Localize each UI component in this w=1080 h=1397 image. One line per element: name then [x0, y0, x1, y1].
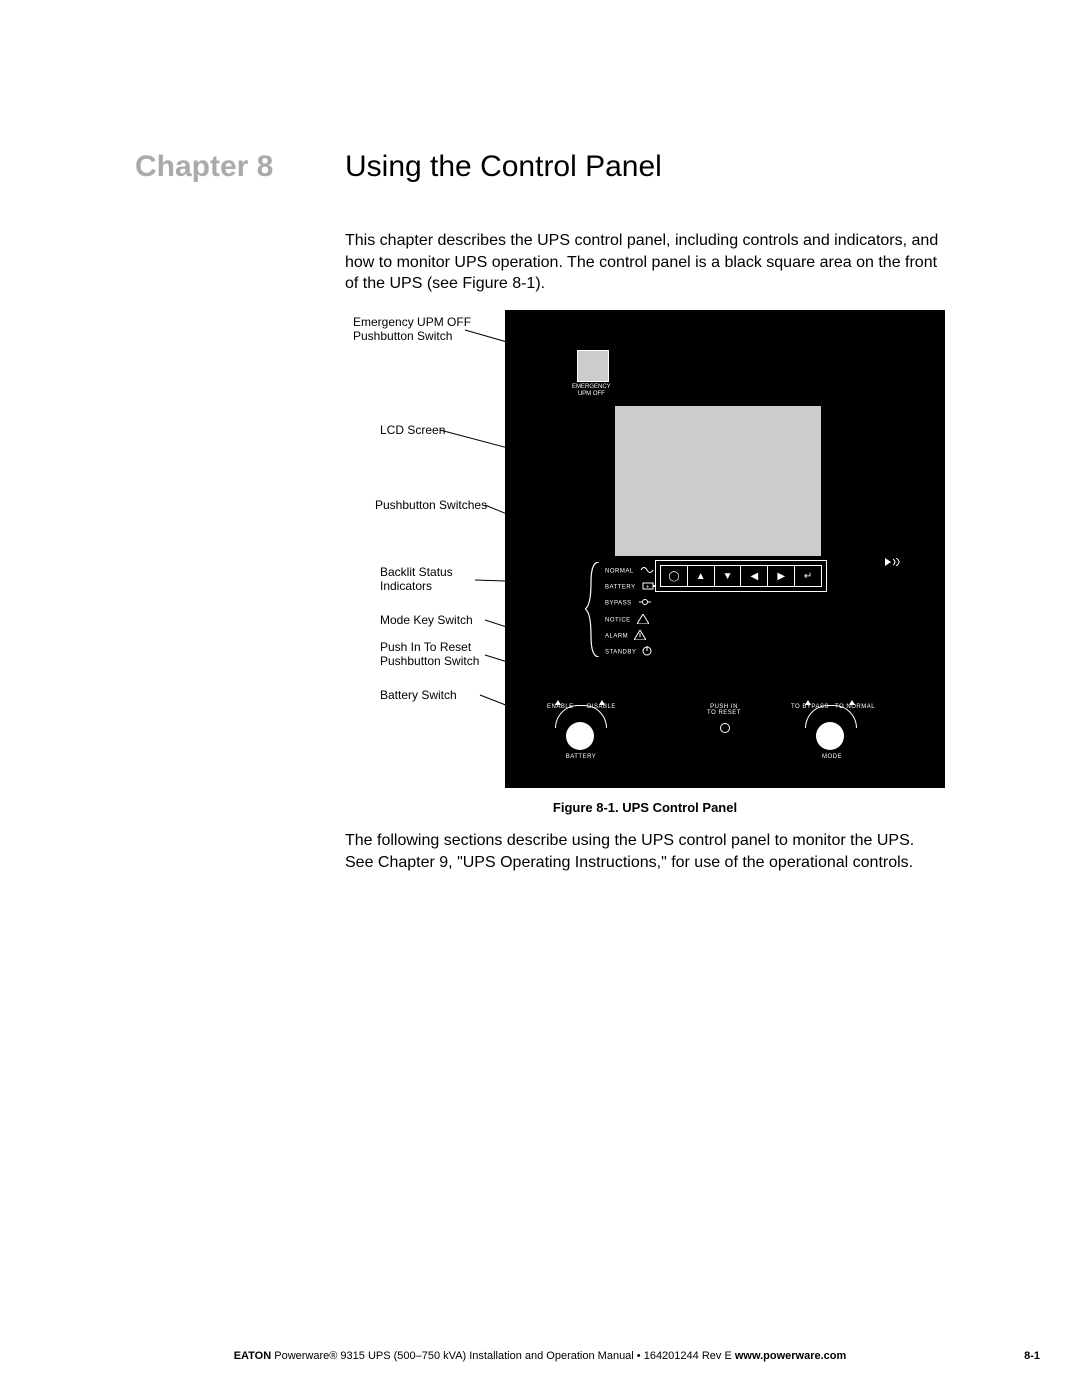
footer-brand: EATON	[234, 1350, 272, 1362]
pushbutton-left[interactable]: ◀	[741, 566, 768, 586]
brace-icon	[585, 562, 603, 657]
page-footer: EATON Powerware® 9315 UPS (500–750 kVA) …	[0, 1350, 1080, 1362]
mode-bypass-label: TO BYPASS	[791, 704, 829, 710]
mode-normal-label: TO NORMAL	[835, 704, 875, 710]
status-alarm: ALARM	[605, 630, 646, 642]
emergency-upm-off-button[interactable]	[577, 350, 609, 382]
pushbutton-right[interactable]: ▶	[768, 566, 795, 586]
sine-icon	[640, 566, 654, 576]
pushbutton-1[interactable]: ◯	[661, 566, 688, 586]
callout-status: Backlit StatusIndicators	[380, 565, 453, 593]
callout-battery: Battery Switch	[380, 688, 457, 702]
chapter-label: Chapter 8	[135, 150, 273, 184]
notice-icon	[637, 614, 649, 626]
reset-label: PUSH INTO RESET	[699, 704, 749, 716]
speaker-icon	[871, 553, 911, 561]
pushbutton-up[interactable]: ▲	[688, 566, 715, 586]
bypass-icon	[638, 598, 652, 608]
status-normal: NORMAL	[605, 566, 654, 576]
pushbutton-down[interactable]: ▼	[715, 566, 742, 586]
pushbutton-enter[interactable]: ↵	[795, 566, 821, 586]
page-number: 8-1	[1024, 1350, 1040, 1362]
callout-lcd: LCD Screen	[380, 423, 445, 437]
battery-disable-label: DISABLE	[587, 704, 616, 710]
footer-text: Powerware® 9315 UPS (500–750 kVA) Instal…	[271, 1350, 735, 1362]
chapter-title: Using the Control Panel	[345, 150, 662, 184]
mode-switch-label: MODE	[819, 754, 845, 760]
callout-emergency: Emergency UPM OFFPushbutton Switch	[353, 315, 471, 343]
pushbutton-switch-bar: ◯ ▲ ▼ ◀ ▶ ↵	[655, 560, 827, 592]
battery-enable-label: ENABLE	[547, 704, 574, 710]
alarm-icon	[634, 630, 646, 642]
body-paragraph-2: The following sections describe using th…	[345, 830, 945, 873]
status-battery: BATTERY+	[605, 582, 656, 592]
status-bypass: BYPASS	[605, 598, 652, 608]
footer-url: www.powerware.com	[735, 1350, 846, 1362]
figure-caption: Figure 8-1. UPS Control Panel	[345, 800, 945, 815]
ups-control-panel: EMERGENCYUPM OFF ◯ ▲ ▼ ◀ ▶ ↵ NORMAL	[505, 310, 945, 788]
svg-text:+: +	[646, 585, 650, 591]
mode-key-switch[interactable]	[816, 722, 844, 750]
battery-switch-label: BATTERY	[563, 754, 599, 760]
status-standby: STANDBY	[605, 646, 652, 658]
battery-icon: +	[642, 582, 656, 592]
intro-paragraph: This chapter describes the UPS control p…	[345, 230, 945, 295]
callout-pushbuttons: Pushbutton Switches	[375, 498, 487, 512]
battery-switch[interactable]	[566, 722, 594, 750]
push-in-to-reset-button[interactable]	[720, 723, 730, 733]
emergency-upm-off-label: EMERGENCYUPM OFF	[572, 384, 611, 398]
callout-reset: Push In To ResetPushbutton Switch	[380, 640, 479, 668]
callout-mode-key: Mode Key Switch	[380, 613, 473, 627]
lcd-screen	[615, 406, 821, 556]
power-icon	[642, 646, 652, 658]
status-notice: NOTICE	[605, 614, 649, 626]
